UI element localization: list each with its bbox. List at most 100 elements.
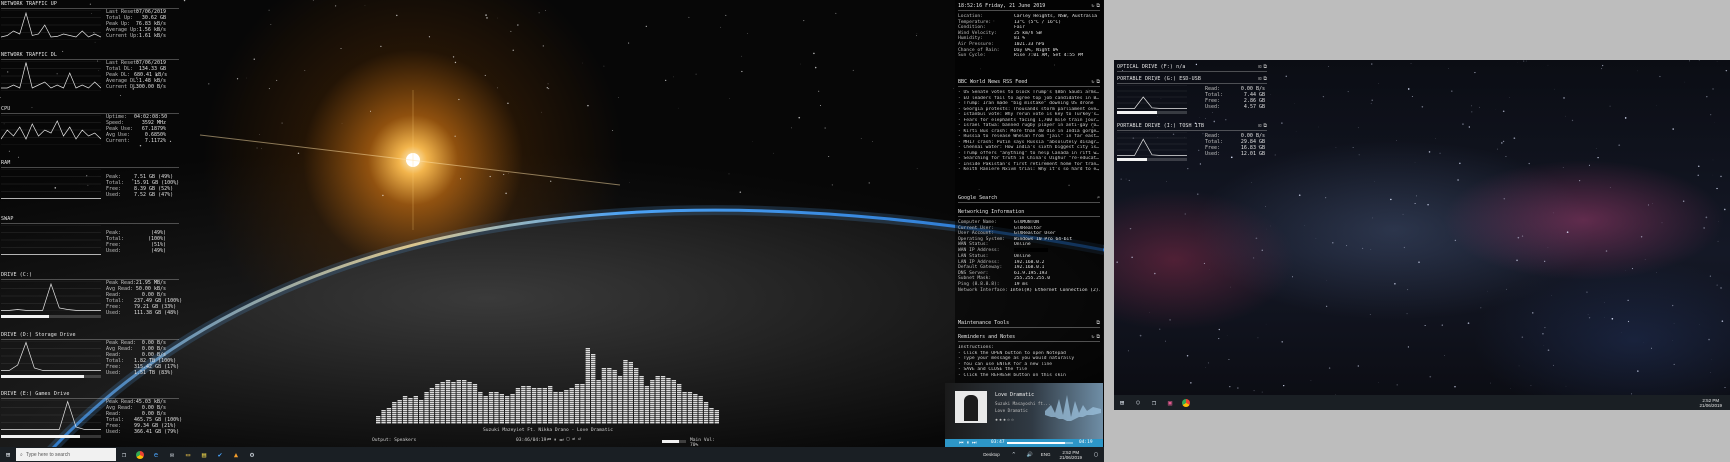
portable-drive-i-widget[interactable]: PORTABLE DRIVE (I:) TOSH 1TB ⊡ ⧉ Read: 0.0…: [1117, 123, 1267, 167]
expand-icon[interactable]: ⧉: [1096, 320, 1100, 326]
network-up-widget[interactable]: NETWORK TRAFFIC UP Last Reset: 07/06/2019…: [1, 1, 179, 53]
info-value: Intel(R) Ethernet Connection (2)...: [1010, 287, 1100, 293]
star: [1281, 341, 1283, 343]
previous-icon[interactable]: ⏮: [547, 437, 551, 443]
optical-drive-widget[interactable]: OPTICAL DRIVE (F:) n/a ⊡ ⧉: [1117, 64, 1267, 74]
taskbar-clock[interactable]: 2:52 PM 21/06/2019: [1699, 398, 1722, 408]
output-device[interactable]: Output: Speakers: [372, 438, 416, 443]
previous-icon[interactable]: ⏮: [959, 440, 964, 446]
open-icon[interactable]: ⧉: [1096, 334, 1100, 340]
refresh-icon[interactable]: ↻: [1091, 79, 1094, 85]
stop-icon[interactable]: □: [567, 437, 570, 443]
mail-icon[interactable]: ✉: [166, 449, 178, 461]
now-playing-widget[interactable]: Love Dramatic Suzuki Masayoshi ft... Lov…: [945, 383, 1103, 446]
star: [1631, 268, 1633, 270]
star: [1255, 237, 1258, 240]
todo-icon[interactable]: ✔: [214, 449, 226, 461]
media-player-icon[interactable]: ▲: [230, 449, 242, 461]
windows-start-icon[interactable]: ⊞: [2, 449, 14, 461]
repeat-icon[interactable]: ↺: [578, 437, 581, 443]
star: [1218, 328, 1220, 331]
drive-c-widget[interactable]: DRIVE (C:) Peak Read: 21.95 MB/s Avg Read:…: [1, 272, 182, 328]
desktop-toolbar-label[interactable]: Desktop: [983, 452, 1000, 457]
tray-overflow-icon[interactable]: ^: [1008, 449, 1020, 461]
visualizer-bar: [488, 392, 494, 424]
list-item[interactable]: - Istanbul vote: Why rerun vote is key t…: [955, 112, 1103, 118]
language-indicator[interactable]: ENG: [1041, 452, 1051, 457]
ram-graph: [1, 169, 101, 199]
network-tool-icon[interactable]: ⚙: [246, 449, 258, 461]
media-album: Love Dramatic: [995, 408, 1028, 413]
list-item[interactable]: - Click the REFRESH button on this skin: [955, 373, 1103, 379]
taskbar-search-box[interactable]: ⌕ Type here to search: [16, 448, 116, 461]
star: [256, 147, 258, 149]
weather-panel[interactable]: 18:52:16 Friday, 21 June 2019 ↻ ⧉ Locati…: [955, 2, 1103, 59]
list-item[interactable]: - Searching for truth in China's Uighur …: [955, 156, 1103, 162]
taskbar-clock[interactable]: 2:52 PM 21/06/2019: [1059, 450, 1082, 460]
panel-header: BBC World News RSS Feed ↻ ⧉: [955, 78, 1103, 86]
task-view-icon[interactable]: ❐: [1148, 397, 1160, 409]
star: [1597, 157, 1599, 159]
open-icon[interactable]: ⧉: [1263, 123, 1267, 129]
star: [1601, 68, 1603, 70]
star: [1402, 213, 1404, 215]
star: [1218, 338, 1220, 340]
portable-drive-g-widget[interactable]: PORTABLE DRIVE (G:) ESD-USB ⊡ ⧉ Read: 0.00…: [1117, 76, 1267, 120]
drive-d-widget[interactable]: DRIVE (D:) Storage Drive Peak Read: 0.00 …: [1, 332, 179, 388]
open-icon[interactable]: ⧉: [1263, 64, 1267, 70]
chrome-icon[interactable]: [1180, 397, 1192, 409]
task-view-icon[interactable]: ❐: [118, 449, 130, 461]
star: [871, 141, 873, 142]
lock-icon[interactable]: ⊡: [1258, 123, 1261, 129]
refresh-icon[interactable]: ↻: [1091, 3, 1094, 9]
star: [454, 135, 456, 137]
list-item[interactable]: - Trump: Iran made "big mistake" downing…: [955, 101, 1103, 107]
volume-bar[interactable]: [662, 440, 686, 443]
widget-title: DRIVE (D:) Storage Drive: [1, 332, 76, 338]
next-icon[interactable]: ⏭: [559, 437, 563, 443]
star: [1468, 126, 1470, 128]
next-icon[interactable]: ⏭: [972, 440, 977, 446]
list-item[interactable]: - Russia to release Whelan from "jail" i…: [955, 134, 1103, 140]
network-download-widget[interactable]: NETWORK TRAFFIC DL Last Reset: 07/06/2019…: [1, 52, 179, 104]
list-item[interactable]: - US Senate votes to block Trump's $8bn …: [955, 90, 1103, 96]
windows-start-icon[interactable]: ⊞: [1116, 397, 1128, 409]
cpu-widget[interactable]: CPU Uptime: 04:02:08:50 Speed: 3592 MHz Peak…: [1, 106, 179, 158]
volume-tray-icon[interactable]: 🔊: [1024, 449, 1036, 461]
visualizer-bar: [677, 384, 682, 424]
star: [1544, 260, 1546, 262]
shuffle-icon[interactable]: ⇄: [572, 437, 575, 443]
lock-icon[interactable]: ⊡: [1258, 64, 1261, 70]
cortana-icon[interactable]: ○: [1132, 397, 1144, 409]
network-info-panel[interactable]: Networking Information Computer Name: GTX…: [955, 208, 1103, 293]
media-app-icon[interactable]: ▣: [1164, 397, 1176, 409]
maintenance-panel[interactable]: Maintenance Tools ⧉: [955, 319, 1103, 328]
refresh-icon[interactable]: ↻: [1091, 334, 1094, 340]
reminders-panel[interactable]: Reminders and Notes ↻ ⧉ Instructions: - C…: [955, 333, 1103, 378]
pause-icon[interactable]: ⏸: [967, 440, 970, 446]
stat-label: Used:: [106, 310, 122, 316]
open-icon[interactable]: ⧉: [1096, 79, 1100, 85]
media-progress-bar[interactable]: [1007, 442, 1073, 444]
edge-icon[interactable]: e: [150, 449, 162, 461]
rss-panel[interactable]: BBC World News RSS Feed ↻ ⧉ - US Senate …: [955, 78, 1103, 173]
swap-widget[interactable]: SWAP Peak: (49%) Total: (100%) Free: (51%) Use…: [1, 216, 179, 266]
ram-widget[interactable]: RAM Peak: 7.51 GB (49%) Total: 15.91 GB (10…: [1, 160, 179, 210]
list-item[interactable]: - Israel fatwa: banned rugby player in a…: [955, 123, 1103, 129]
star: [452, 56, 455, 58]
notifications-icon[interactable]: ▢: [1090, 449, 1102, 461]
drive-e-widget[interactable]: DRIVE (E:) Games Drive Peak Read: 45.03 k…: [1, 391, 182, 445]
lock-icon[interactable]: ⊡: [1258, 76, 1261, 82]
google-search-panel[interactable]: Google Search ⌕: [955, 194, 1103, 203]
file-explorer-icon[interactable]: ▭: [182, 449, 194, 461]
open-icon[interactable]: ⧉: [1096, 3, 1100, 9]
list-item[interactable]: - Keith Raniere Nxivm trial: Why it's so…: [955, 167, 1103, 173]
play-pause-icon[interactable]: ⏸: [554, 437, 556, 443]
notes-icon[interactable]: ▤: [198, 449, 210, 461]
chrome-icon[interactable]: [134, 449, 146, 461]
search-icon[interactable]: ⌕: [1097, 195, 1100, 201]
list-item[interactable]: - Chennai water: How India's sixth bigge…: [955, 145, 1103, 151]
rating-stars[interactable]: ★★★☆☆: [995, 417, 1015, 423]
open-icon[interactable]: ⧉: [1263, 76, 1267, 82]
stats-list: Peak Read: 45.03 kB/s Avg Read: 0.00 B/s Rea…: [106, 399, 182, 435]
